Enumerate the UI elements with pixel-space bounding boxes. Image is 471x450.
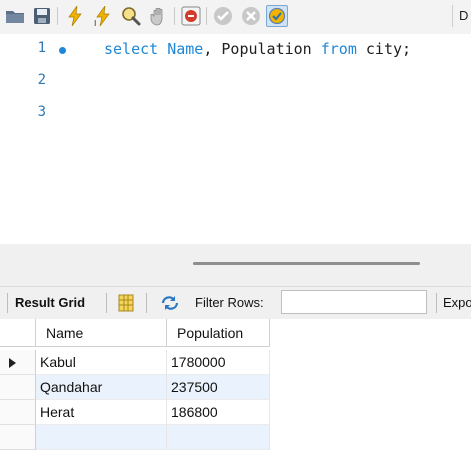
result-grid-tab[interactable]: Result Grid [15,295,85,310]
statement-marker-icon [59,47,66,54]
row-indicator[interactable] [0,400,36,425]
row-header-corner [0,319,36,347]
result-toolbar: Result Grid Filter Rows: Expo [0,286,471,320]
cell-name[interactable]: Qandahar [36,375,167,400]
column-header-name[interactable]: Name [36,319,167,347]
stop-icon[interactable] [148,5,170,27]
sql-editor[interactable]: 1 select Name, Population from city; 2 3 [0,34,471,244]
execute-icon[interactable] [64,5,86,27]
editor-line: 3 [0,104,471,136]
rollback-icon[interactable] [240,5,262,27]
table-row[interactable]: Qandahar 237500 [0,375,270,400]
toggle-continue-on-error-icon[interactable] [180,5,202,27]
execute-current-icon[interactable]: I [92,5,114,27]
code-token: from [320,40,357,58]
table-row[interactable]: Herat 186800 [0,400,270,425]
row-indicator[interactable] [0,375,36,400]
code-line[interactable]: select Name, Population from city; [104,40,411,58]
explain-icon[interactable] [120,5,142,27]
filter-rows-label: Filter Rows: [195,295,264,310]
cell-name[interactable]: Herat [36,400,167,425]
editor-line: 1 select Name, Population from city; [0,40,471,72]
line-number: 2 [37,72,46,88]
cell-population[interactable]: 186800 [167,400,270,425]
cell-population[interactable] [167,425,270,450]
column-header-population[interactable]: Population [167,319,270,347]
table-row[interactable]: Kabul 1780000 [0,350,270,375]
editor-line: 2 [0,72,471,104]
line-number: 3 [37,104,46,120]
commit-icon[interactable] [212,5,234,27]
table-row[interactable] [0,425,270,450]
refresh-icon[interactable] [160,293,180,313]
cell-name[interactable]: Kabul [36,350,167,375]
row-indicator[interactable] [0,350,36,375]
toolbar-trailing-label[interactable]: D [452,5,471,27]
code-token: , Population [203,40,321,58]
code-token: select [104,40,168,58]
svg-text:I: I [94,19,96,26]
autocommit-toggle-icon[interactable] [266,5,288,27]
splitter-grip[interactable] [193,262,420,265]
query-toolbar: I D [0,0,471,34]
line-number: 1 [37,40,46,56]
grid-header: Name Population [0,319,270,347]
grid-layout-icon[interactable] [116,293,136,313]
cell-name[interactable] [36,425,167,450]
code-token: city; [356,40,412,58]
code-token: Name [167,40,204,58]
result-grid: Name Population Kabul 1780000 Qandahar 2… [0,319,471,450]
cell-population[interactable]: 1780000 [167,350,270,375]
row-indicator[interactable] [0,425,36,450]
current-row-icon [9,358,16,368]
save-icon[interactable] [31,5,53,27]
filter-rows-input[interactable] [281,290,427,314]
open-folder-icon[interactable] [4,5,26,27]
export-button[interactable]: Expo [443,295,471,310]
cell-population[interactable]: 237500 [167,375,270,400]
panel-splitter[interactable] [0,244,471,286]
